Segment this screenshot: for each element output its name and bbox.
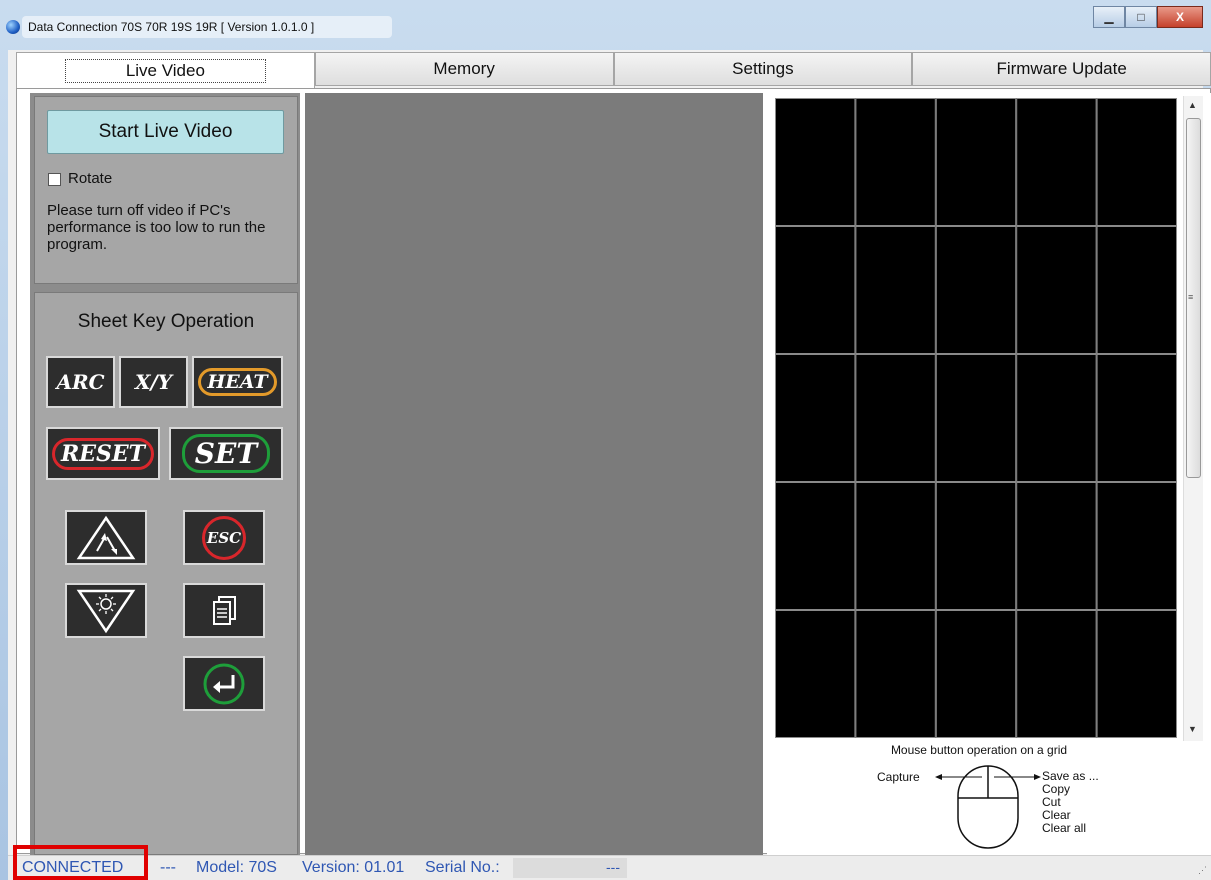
set-key-button[interactable]: SET [169, 427, 283, 480]
minimize-button[interactable]: ▁ [1093, 6, 1125, 28]
grid-cell[interactable] [855, 226, 936, 354]
app-globe-icon [6, 20, 20, 34]
title-bar[interactable]: Data Connection 70S 70R 19S 19R [ Versio… [0, 0, 1211, 50]
set-key-label: SET [181, 434, 271, 473]
document-copy-icon [213, 595, 236, 625]
tab-settings[interactable]: Settings [613, 52, 913, 86]
esc-key-button[interactable]: ESC [183, 510, 265, 565]
tab-memory[interactable]: Memory [314, 52, 614, 86]
rotate-checkbox[interactable] [48, 173, 61, 186]
status-bar: CONNECTED --- Model: 70S Version: 01.01 … [8, 855, 1211, 880]
grid-cell[interactable] [935, 610, 1017, 738]
xy-key-button[interactable]: X/Y [119, 356, 188, 408]
scroll-grip-icon: ≡ [1188, 292, 1194, 302]
grid-cell[interactable] [935, 226, 1017, 354]
tab-live-video-label: Live Video [64, 59, 266, 83]
video-display-area[interactable] [305, 93, 763, 855]
close-button[interactable]: X [1157, 6, 1203, 28]
serial-label: Serial No.: [425, 859, 500, 876]
grid-cell[interactable] [1016, 354, 1097, 482]
connected-highlight-box [13, 845, 148, 880]
capture-grid-canvas[interactable] [775, 98, 1177, 738]
mouse-right-actions: Save as ... Copy Cut Clear Clear all [1042, 770, 1099, 835]
mouse-diagram-icon [935, 765, 1041, 849]
grid-cell[interactable] [935, 98, 1017, 226]
grid-cell[interactable] [775, 98, 856, 226]
sun-triangle-icon [76, 589, 136, 633]
window-title: Data Connection 70S 70R 19S 19R [ Versio… [28, 20, 315, 34]
grid-cell[interactable] [775, 354, 856, 482]
xy-key-label: X/Y [134, 370, 173, 394]
model-status: Model: 70S [196, 859, 277, 876]
grid-cell[interactable] [855, 482, 936, 610]
grid-cell[interactable] [855, 98, 936, 226]
grid-cell[interactable] [1016, 226, 1097, 354]
capture-grid[interactable] [775, 98, 1177, 738]
grid-cell[interactable] [935, 354, 1017, 482]
reset-key-label: RESET [51, 437, 155, 470]
window-controls: ▁ □ X [1093, 6, 1203, 28]
grid-scrollbar[interactable]: ▲ ≡ ▼ [1183, 96, 1203, 741]
tab-bar: Live Video Memory Settings Firmware Upda… [16, 52, 1211, 89]
grid-cell[interactable] [855, 610, 936, 738]
grid-cell[interactable] [855, 354, 936, 482]
scroll-down-icon[interactable]: ▼ [1188, 724, 1197, 734]
grid-cell[interactable] [935, 482, 1017, 610]
grid-cell[interactable] [1096, 610, 1177, 738]
grid-cell[interactable] [1016, 98, 1097, 226]
version-status: Version: 01.01 [302, 859, 405, 876]
grid-cell[interactable] [1016, 482, 1097, 610]
tab-live-video[interactable]: Live Video [16, 52, 315, 89]
arc-key-label: ARC [56, 370, 105, 394]
rotate-label: Rotate [68, 170, 113, 187]
up-down-key-button[interactable] [65, 510, 147, 565]
tab-firmware-update[interactable]: Firmware Update [912, 52, 1211, 86]
grid-cell[interactable] [775, 226, 856, 354]
grid-cell[interactable] [1016, 610, 1097, 738]
triangle-arrows-icon [76, 515, 136, 559]
start-live-video-button[interactable]: Start Live Video [47, 110, 284, 154]
grid-cell[interactable] [1096, 226, 1177, 354]
status-separator: --- [160, 859, 176, 876]
action-clear-all: Clear all [1042, 821, 1087, 835]
heat-key-button[interactable]: HEAT [192, 356, 283, 408]
scroll-up-icon[interactable]: ▲ [1188, 100, 1197, 110]
grid-cell[interactable] [1096, 98, 1177, 226]
copy-key-button[interactable] [183, 583, 265, 638]
arc-key-button[interactable]: ARC [46, 356, 115, 408]
backlight-key-button[interactable] [65, 583, 147, 638]
grid-cell[interactable] [775, 610, 856, 738]
resize-grip-icon[interactable]: ⋰ [1198, 865, 1207, 876]
reset-key-button[interactable]: RESET [46, 427, 160, 480]
esc-key-label: ESC [202, 515, 246, 560]
grid-cell[interactable] [1096, 482, 1177, 610]
mouse-help-panel: Mouse button operation on a grid Capture… [775, 740, 1183, 852]
enter-arrow-icon [203, 663, 245, 704]
maximize-button[interactable]: □ [1125, 6, 1157, 28]
heat-key-label: HEAT [198, 368, 277, 396]
enter-key-button[interactable] [183, 656, 265, 711]
grid-cell[interactable] [775, 482, 856, 610]
serial-value: --- [606, 859, 620, 875]
sheet-key-title: Sheet Key Operation [77, 311, 255, 332]
grid-cell[interactable] [1096, 354, 1177, 482]
performance-note: Please turn off video if PC's performanc… [47, 202, 266, 253]
